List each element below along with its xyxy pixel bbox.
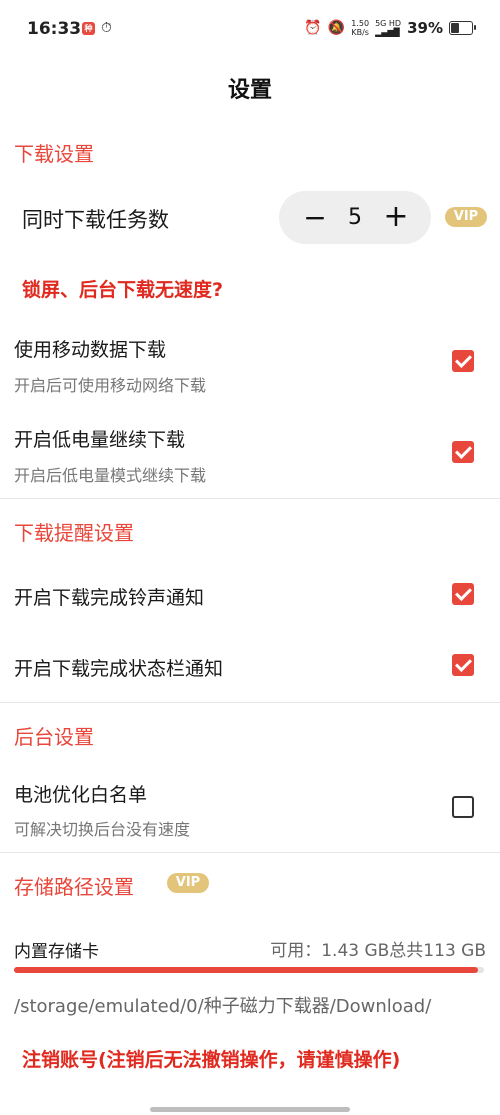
home-indicator[interactable]: [150, 1107, 350, 1112]
timer-icon: ⏱: [101, 20, 112, 36]
mobile-data-subtitle: 开启后可使用移动网络下载: [14, 376, 207, 395]
ringtone-notify-title: 开启下载完成铃声通知: [14, 587, 205, 609]
app-notification-icon: 种: [82, 22, 95, 35]
network-speed: 1.50 KB/s: [351, 19, 369, 37]
speed-value: 1.50: [351, 19, 370, 28]
ringtone-notify-checkbox[interactable]: [452, 583, 474, 605]
battery-icon: [449, 21, 476, 35]
stepper-minus-button[interactable]: −: [300, 201, 330, 234]
battery-whitelist-checkbox[interactable]: [452, 796, 474, 818]
alarm-icon: ⏰: [304, 20, 322, 36]
network-type: 5G HD: [375, 19, 402, 28]
section-reminder-settings: 下载提醒设置: [14, 521, 134, 545]
status-time: 16:33: [27, 19, 82, 39]
storage-usage-bar: [14, 967, 484, 973]
mute-icon: 🔕: [327, 20, 346, 36]
storage-label[interactable]: 内置存储卡: [14, 937, 99, 962]
vip-badge: VIP: [445, 207, 487, 227]
vip-badge: VIP: [167, 873, 209, 893]
stepper-plus-button[interactable]: +: [381, 199, 411, 234]
section-storage-settings: 存储路径设置: [14, 875, 134, 899]
mobile-data-title: 使用移动数据下载: [14, 339, 167, 361]
low-power-checkbox[interactable]: [452, 441, 474, 463]
page-title: 设置: [227, 78, 272, 103]
statusbar-notify-checkbox[interactable]: [452, 654, 474, 676]
storage-path[interactable]: /storage/emulated/0/种子磁力下载器/Download/: [14, 992, 431, 1018]
section-background-settings: 后台设置: [14, 725, 94, 749]
battery-whitelist-subtitle: 可解决切换后台没有速度: [14, 820, 191, 839]
status-right-group: ⏰ 🔕 1.50 KB/s 5G HD ▂▄▆█ 39%: [304, 19, 476, 37]
concurrent-tasks-label: 同时下载任务数: [22, 208, 169, 232]
low-power-subtitle: 开启后低电量模式继续下载: [14, 466, 207, 485]
divider: [0, 702, 500, 703]
divider: [0, 852, 500, 853]
speed-unit: KB/s: [351, 28, 369, 37]
cancel-account-link[interactable]: 注销账号(注销后无法撤销操作，请谨慎操作): [22, 1045, 400, 1072]
battery-percent: 39%: [407, 19, 443, 37]
battery-whitelist-title: 电池优化白名单: [14, 784, 148, 806]
signal-icon: 5G HD ▂▄▆█: [375, 19, 402, 37]
storage-usage-fill: [14, 967, 478, 973]
statusbar-notify-title: 开启下载完成状态栏通知: [14, 658, 224, 680]
lock-screen-help-link[interactable]: 锁屏、后台下载无速度?: [22, 275, 223, 302]
stepper-value: 5: [348, 205, 362, 230]
section-download-settings: 下载设置: [14, 142, 94, 166]
mobile-data-checkbox[interactable]: [452, 350, 474, 372]
low-power-title: 开启低电量继续下载: [14, 429, 186, 451]
divider: [0, 498, 500, 499]
storage-free-space: 可用：1.43 GB总共113 GB: [270, 941, 486, 961]
